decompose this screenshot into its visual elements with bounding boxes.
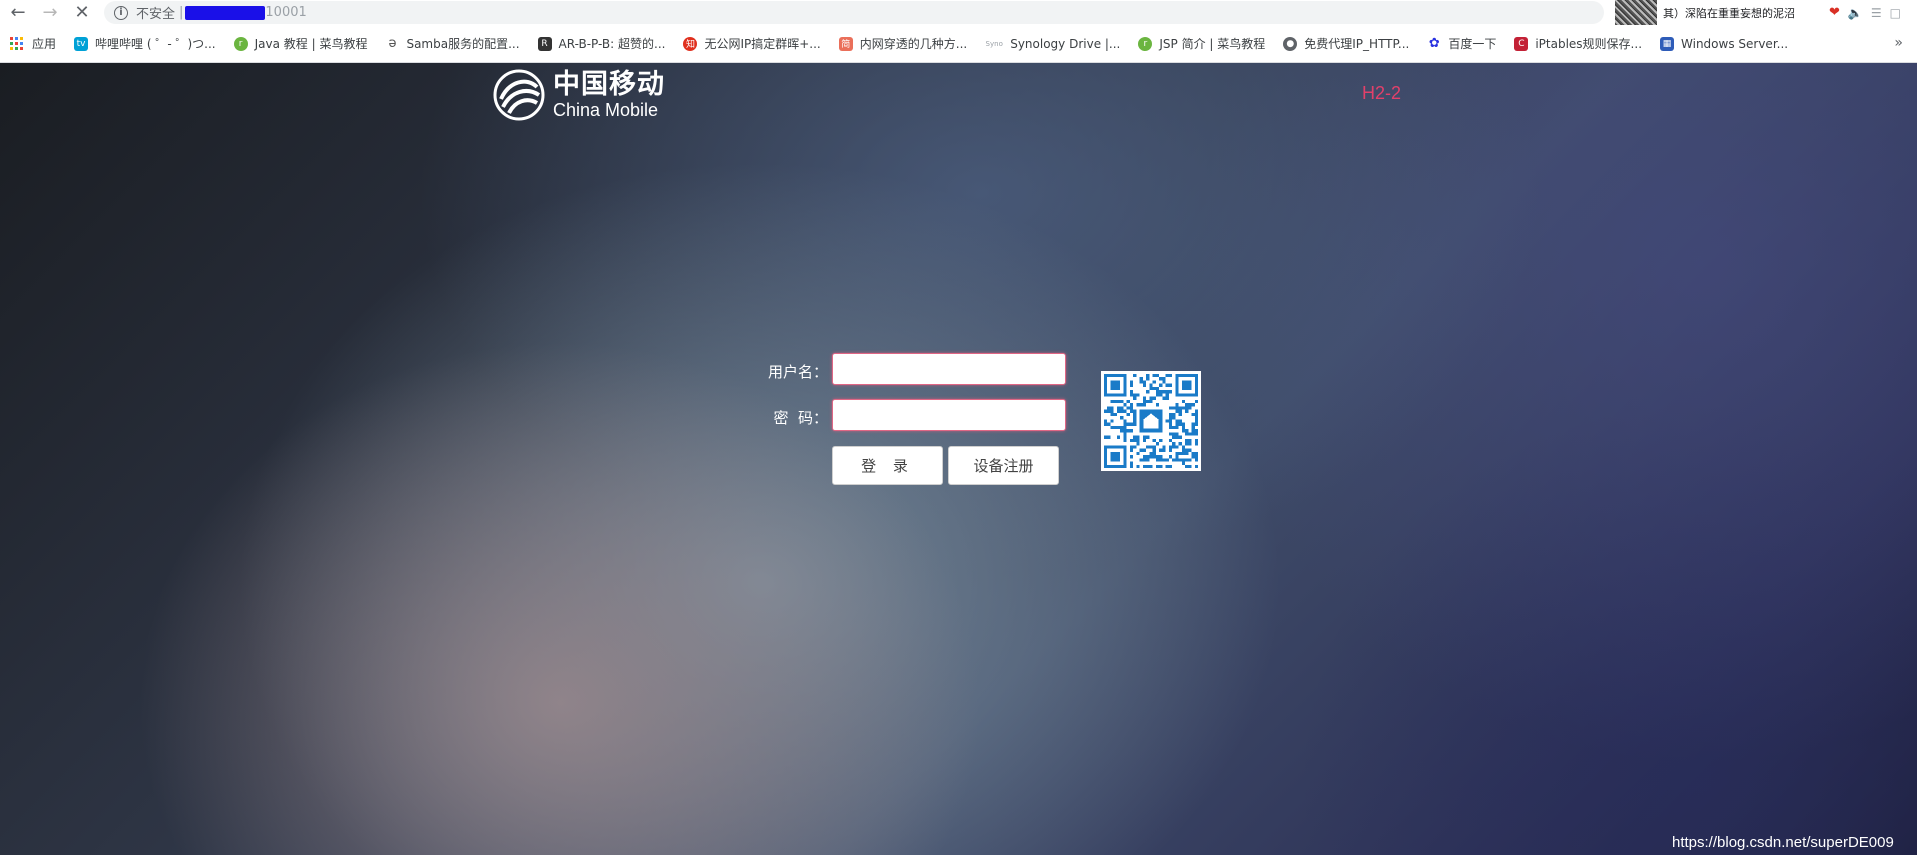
bookmark-synology-drive[interactable]: Syno Synology Drive |... — [985, 36, 1121, 51]
device-register-button[interactable]: 设备注册 — [948, 446, 1059, 485]
bookmark-java-runoob[interactable]: r Java 教程 | 菜鸟教程 — [233, 35, 368, 52]
logo-chinese-text: 中国移动 — [553, 69, 665, 100]
volume-icon[interactable]: 🔈 — [1848, 6, 1863, 20]
chevron-right-icon[interactable]: » — [1894, 35, 1903, 51]
bookmark-label: 哔哩哔哩 ( ゜- ゜)つ... — [95, 37, 216, 51]
bookmark-label: 无公网IP搞定群晖+... — [704, 37, 821, 51]
apps-icon — [10, 36, 24, 51]
bookmark-label: Windows Server... — [1681, 36, 1789, 51]
username-input[interactable] — [832, 353, 1066, 385]
music-title: 其）深陷在重重妄想的泥沼 — [1663, 6, 1795, 20]
ar-icon: R — [537, 36, 552, 51]
bookmark-apps[interactable]: 应用 — [10, 35, 56, 52]
bookmark-jsp-runoob[interactable]: r JSP 简介 | 菜鸟教程 — [1138, 35, 1265, 52]
bookmark-label: AR-B-P-B: 超赞的... — [558, 37, 666, 51]
globe-icon: ● — [1283, 36, 1298, 51]
bookmark-bilibili[interactable]: tv 哔哩哔哩 ( ゜- ゜)つ... — [74, 35, 216, 52]
music-extension[interactable]: 其）深陷在重重妄想的泥沼 ❤ 🔈 ☰ □ — [1615, 0, 1917, 32]
address-input[interactable]: i 不安全 | 10001 — [104, 1, 1604, 24]
password-label: 密 码： — [773, 409, 828, 427]
bookmark-baidu[interactable]: ✿ 百度一下 — [1427, 35, 1496, 52]
window-icon[interactable]: □ — [1890, 6, 1901, 20]
url-separator: | — [179, 5, 184, 20]
forward-arrow-icon[interactable]: → — [38, 0, 62, 24]
back-arrow-icon[interactable]: ← — [6, 0, 30, 24]
bookmark-iptables[interactable]: C iPtables规则保存... — [1514, 35, 1642, 52]
bookmark-label: JSP 简介 | 菜鸟教程 — [1159, 37, 1266, 51]
bilibili-icon: tv — [74, 36, 89, 51]
samba-icon: ә — [388, 36, 397, 51]
bookmark-label: 免费代理IP_HTTP... — [1304, 37, 1410, 51]
info-icon[interactable]: i — [114, 5, 128, 20]
china-mobile-swirl-icon — [493, 69, 545, 121]
bottom-strip — [0, 855, 1917, 863]
bookmark-nat-traversal[interactable]: 简 内网穿透的几种方... — [838, 35, 968, 52]
runoob-icon: r — [1138, 36, 1153, 51]
stop-loading-icon[interactable]: ✕ — [70, 0, 94, 24]
device-model-tag: H2-2 — [1362, 83, 1402, 103]
security-label: 不安全 — [136, 7, 176, 22]
bookmark-label: 百度一下 — [1448, 37, 1497, 51]
bookmark-label: 应用 — [32, 37, 57, 51]
baidu-icon: ✿ — [1428, 36, 1440, 51]
username-label: 用户名： — [767, 363, 828, 381]
jianshu-icon: 简 — [838, 36, 853, 51]
bookmark-samba[interactable]: ә Samba服务的配置... — [385, 35, 519, 52]
csdn-icon: C — [1514, 36, 1529, 51]
runoob-icon: r — [233, 36, 248, 51]
redacted-host — [185, 5, 266, 20]
qr-code — [1101, 371, 1201, 471]
china-mobile-logo: 中国移动 China Mobile — [493, 69, 665, 121]
logo-english-text: China Mobile — [553, 100, 659, 120]
password-input[interactable] — [832, 399, 1066, 431]
bookmark-synology-ip[interactable]: 知 无公网IP搞定群晖+... — [683, 35, 821, 52]
heart-icon[interactable]: ❤ — [1829, 5, 1840, 20]
bookmark-windows-server[interactable]: ▦ Windows Server... — [1660, 36, 1789, 51]
login-page: 中国移动 China Mobile H2-2 用户名： 密 码： 登 录 设备注… — [0, 63, 1917, 855]
bookmarks-bar: 应用 tv 哔哩哔哩 ( ゜- ゜)つ... r Java 教程 | 菜鸟教程 … — [0, 25, 1917, 63]
bookmark-label: Synology Drive |... — [1010, 36, 1121, 51]
login-button[interactable]: 登 录 — [832, 446, 943, 485]
zhihu-icon: 知 — [683, 36, 698, 51]
bookmark-label: Java 教程 | 菜鸟教程 — [254, 37, 368, 51]
playlist-icon[interactable]: ☰ — [1871, 6, 1882, 20]
bookmark-free-proxy[interactable]: ● 免费代理IP_HTTP... — [1283, 35, 1409, 52]
bookmark-label: 内网穿透的几种方... — [859, 37, 968, 51]
bookmark-ar-b-p-b[interactable]: R AR-B-P-B: 超赞的... — [537, 35, 666, 52]
synology-icon: Syno — [985, 39, 1003, 48]
url-port: 10001 — [265, 5, 307, 20]
browser-toolbar: ← → ✕ i 不安全 | 10001 其）深陷在重重妄想的泥沼 ❤ 🔈 ☰ □ — [0, 0, 1917, 32]
bookmark-label: iPtables规则保存... — [1535, 37, 1643, 51]
csdn-watermark: https://blog.csdn.net/superDE009 — [1672, 834, 1894, 851]
windows-server-icon: ▦ — [1660, 36, 1675, 51]
bookmark-label: Samba服务的配置... — [406, 37, 520, 51]
qr-code-icon — [1104, 374, 1198, 468]
